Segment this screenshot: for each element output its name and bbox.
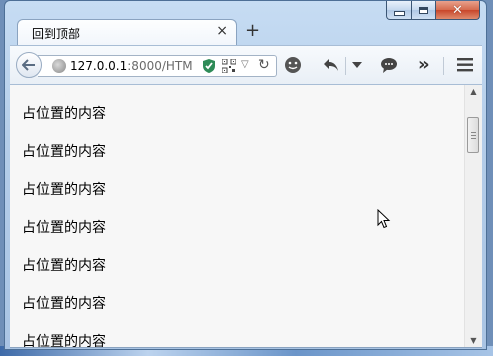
url-dropdown-icon[interactable]: ▽ (241, 59, 249, 70)
toolbar-separator (345, 57, 346, 75)
shield-icon[interactable] (202, 58, 216, 74)
placeholder-paragraph: 占位置的内容 (22, 144, 106, 160)
chat-bubble-icon[interactable] (380, 56, 398, 74)
vertical-scrollbar[interactable]: ▲ ▼ (464, 85, 482, 347)
back-arrow-icon (22, 59, 35, 71)
placeholder-paragraph: 占位置的内容 (22, 296, 106, 312)
toolbar-separator (443, 57, 444, 75)
tab-active[interactable]: 回到顶部 × (17, 19, 237, 45)
url-text[interactable]: 127.0.0.1:8000/HTM (70, 59, 193, 73)
back-button[interactable] (16, 52, 42, 78)
undo-icon[interactable] (322, 56, 340, 74)
placeholder-paragraph: 占位置的内容 (22, 106, 106, 122)
mouse-cursor-icon (377, 209, 391, 229)
navigation-toolbar: 127.0.0.1:8000/HTM ▽ ↻ » (10, 45, 482, 85)
tab-title: 回到顶部 (32, 27, 81, 41)
reload-icon[interactable]: ↻ (258, 57, 270, 73)
scrollbar-thumb[interactable] (467, 117, 479, 153)
page-content: 占位置的内容 占位置的内容 占位置的内容 占位置的内容 占位置的内容 占位置的内… (22, 105, 106, 348)
placeholder-paragraph: 占位置的内容 (22, 182, 106, 198)
url-path: :8000/HTM (127, 59, 193, 73)
url-host: 127.0.0.1 (70, 59, 128, 73)
dropdown-arrow-icon[interactable] (352, 62, 362, 68)
tab-close-button[interactable]: × (216, 23, 228, 39)
page-viewport[interactable]: 占位置的内容 占位置的内容 占位置的内容 占位置的内容 占位置的内容 占位置的内… (10, 85, 482, 348)
url-bar[interactable]: 127.0.0.1:8000/HTM ▽ ↻ (38, 55, 277, 77)
browser-window: ✕ 回到顶部 × + 127.0.0.1:8000/HTM ▽ ↻ » 占位置的… (4, 0, 487, 350)
new-tab-button[interactable]: + (245, 20, 260, 42)
placeholder-paragraph: 占位置的内容 (22, 258, 106, 274)
window-caption-buttons: ✕ (386, 1, 480, 20)
qr-code-icon[interactable] (222, 59, 236, 73)
minimize-button[interactable] (386, 1, 412, 20)
maximize-button[interactable] (412, 1, 436, 20)
overflow-chevron-icon[interactable]: » (418, 54, 430, 75)
globe-icon (52, 59, 66, 73)
placeholder-paragraph: 占位置的内容 (22, 334, 106, 348)
placeholder-paragraph: 占位置的内容 (22, 220, 106, 236)
scroll-up-arrow-icon[interactable]: ▲ (465, 87, 482, 96)
close-window-button[interactable]: ✕ (436, 1, 480, 20)
minimize-icon (393, 10, 405, 16)
smiley-icon[interactable] (284, 56, 302, 74)
close-icon: ✕ (452, 2, 463, 18)
scroll-down-arrow-icon[interactable]: ▼ (465, 336, 482, 345)
maximize-icon (419, 6, 428, 14)
hamburger-menu-icon[interactable] (457, 58, 473, 72)
